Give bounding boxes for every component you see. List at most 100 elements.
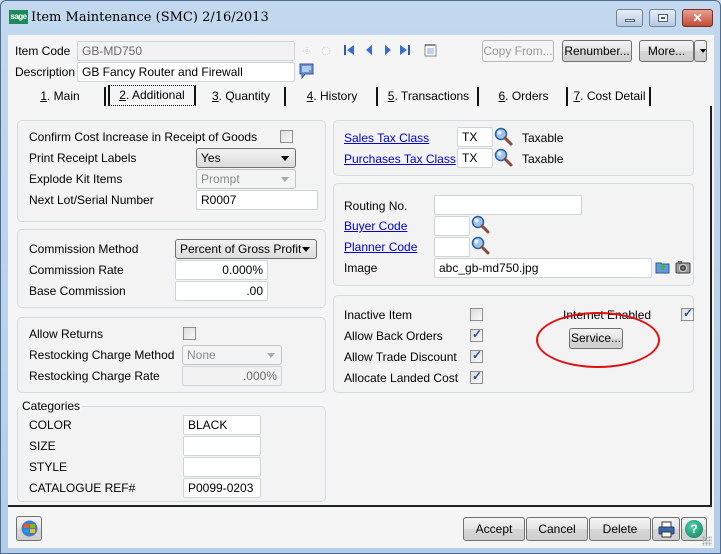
service-button[interactable]: Service... (569, 328, 623, 349)
sales-tax-lookup-icon[interactable] (494, 127, 514, 147)
restock-rate-label: Restocking Charge Rate (29, 369, 160, 383)
sales-tax-class-field[interactable]: TX (457, 127, 493, 147)
image-field[interactable]: abc_gb-md750.jpg (434, 258, 652, 278)
tab-transactions[interactable]: 5. Transactions (380, 87, 479, 106)
description-field[interactable]: GB Fancy Router and Firewall (77, 62, 295, 82)
allow-trade-discount-checkbox[interactable] (470, 348, 483, 363)
routing-no-field[interactable] (434, 195, 582, 215)
camera-icon[interactable] (675, 260, 691, 274)
image-label: Image (344, 261, 378, 275)
planner-code-field[interactable] (434, 237, 470, 257)
next-record-icon[interactable] (382, 44, 394, 56)
minimize-button[interactable] (616, 9, 643, 27)
tab-label: . Quantity (218, 89, 271, 103)
internet-enabled-checkbox[interactable] (681, 306, 694, 321)
planner-code-lookup-icon[interactable] (471, 236, 491, 256)
chevron-down-icon (302, 247, 310, 252)
comment-icon[interactable] (299, 63, 314, 79)
restock-method-value: None (187, 348, 216, 362)
restock-method-select[interactable]: None (182, 345, 282, 365)
item-code-field[interactable]: GB-MD750 (77, 41, 295, 61)
print-labels-select[interactable]: Yes (196, 148, 296, 168)
additional-tab-panel: Confirm Cost Increase in Receipt of Good… (8, 106, 712, 507)
cancel-button[interactable]: Cancel (526, 517, 588, 541)
allocate-landed-cost-checkbox[interactable] (470, 369, 483, 384)
tab-orders[interactable]: 6. Orders (481, 87, 568, 106)
maximize-icon (658, 14, 668, 22)
service-button-label: Service... (570, 331, 621, 345)
allow-returns-checkbox[interactable] (183, 327, 196, 340)
tab-history[interactable]: 4. History (288, 87, 378, 106)
allow-trade-discount-label: Allow Trade Discount (344, 350, 457, 364)
purchases-tax-class-field[interactable]: TX (457, 148, 493, 168)
tab-cost-detail[interactable]: 7. Cost Detail (570, 87, 651, 106)
accept-button[interactable]: Accept (463, 517, 525, 541)
buyer-code-link[interactable]: Buyer Code (344, 219, 407, 233)
previous-record-icon[interactable] (363, 44, 375, 56)
returns-group: Allow Returns Restocking Charge Method N… (17, 317, 326, 393)
more-button[interactable]: More... (639, 40, 694, 62)
purchases-tax-lookup-icon[interactable] (494, 148, 514, 168)
next-lot-label: Next Lot/Serial Number (29, 193, 154, 207)
commission-rate-field[interactable]: 0.000% (175, 260, 268, 280)
restock-method-label: Restocking Charge Method (29, 348, 175, 362)
first-record-icon[interactable] (343, 44, 355, 56)
windows-orb-button[interactable] (16, 516, 42, 541)
resize-grip[interactable] (702, 536, 712, 546)
planner-code-link[interactable]: Planner Code (344, 240, 417, 254)
restock-rate-field[interactable]: .000% (182, 366, 282, 386)
confirm-cost-checkbox[interactable] (280, 130, 293, 143)
tab-label: . Cost Detail (580, 89, 646, 103)
tab-label: . History (313, 89, 358, 103)
buyer-code-field[interactable] (434, 216, 470, 236)
category-field[interactable]: P0099-0203 (183, 478, 261, 498)
buyer-code-lookup-icon[interactable] (471, 215, 491, 235)
browse-folder-icon[interactable] (655, 260, 670, 274)
category-label: SIZE (29, 439, 56, 453)
allow-back-orders-checkbox[interactable] (470, 327, 483, 342)
delete-record-icon[interactable] (320, 45, 332, 57)
tab-additional[interactable]: 2. Additional (108, 85, 196, 106)
print-button[interactable] (652, 517, 680, 541)
purchases-tax-class-link[interactable]: Purchases Tax Class (344, 152, 456, 166)
last-record-icon[interactable] (399, 44, 411, 56)
category-field[interactable]: BLACK (183, 415, 261, 435)
memo-icon[interactable] (424, 43, 437, 57)
client-area: Item Code GB-MD750 Description GB Fancy … (8, 35, 714, 548)
routing-no-label: Routing No. (344, 199, 408, 213)
allow-back-orders-label: Allow Back Orders (344, 329, 443, 343)
window-title: Item Maintenance (SMC) 2/16/2013 (31, 10, 269, 25)
close-icon: ✕ (692, 11, 703, 25)
item-maintenance-window: sage Item Maintenance (SMC) 2/16/2013 ✕ … (0, 0, 721, 554)
item-code-label: Item Code (15, 44, 71, 58)
printer-icon (658, 521, 675, 538)
sales-tax-description: Taxable (522, 131, 564, 145)
commission-method-select[interactable]: Percent of Gross Profit (175, 239, 317, 259)
item-flags-group: Inactive Item Allow Back Orders Allow Tr… (333, 295, 694, 393)
category-field[interactable] (183, 457, 261, 477)
copy-from-button[interactable]: Copy From... (482, 40, 554, 62)
title-bar[interactable]: sage Item Maintenance (SMC) 2/16/2013 ✕ (1, 1, 720, 35)
category-field[interactable] (183, 436, 261, 456)
more-dropdown-button[interactable] (694, 40, 707, 62)
tab-strip: 1. Main 2. Additional 3. Quantity 4. Histor… (8, 85, 714, 107)
renumber-button[interactable]: Renumber... (562, 40, 632, 62)
commission-method-value: Percent of Gross Profit (180, 242, 302, 256)
next-lot-field[interactable]: R0007 (196, 190, 318, 210)
explode-kit-select[interactable]: Prompt (196, 169, 296, 189)
windows-logo-icon (21, 520, 38, 537)
explode-kit-label: Explode Kit Items (29, 172, 123, 186)
tab-mnemonic: 1 (40, 89, 47, 103)
base-commission-field[interactable]: .00 (175, 281, 268, 301)
delete-button[interactable]: Delete (589, 517, 651, 541)
category-label: STYLE (29, 460, 68, 474)
sales-tax-class-link[interactable]: Sales Tax Class (344, 131, 429, 145)
tab-label: . Transactions (394, 89, 470, 103)
inactive-item-checkbox[interactable] (470, 308, 483, 321)
tab-main[interactable]: 1. Main (16, 87, 106, 106)
maximize-button[interactable] (649, 9, 676, 27)
tab-quantity[interactable]: 3. Quantity (198, 87, 286, 106)
new-record-icon[interactable] (301, 45, 313, 57)
chevron-down-icon (281, 177, 289, 182)
close-button[interactable]: ✕ (682, 9, 713, 27)
